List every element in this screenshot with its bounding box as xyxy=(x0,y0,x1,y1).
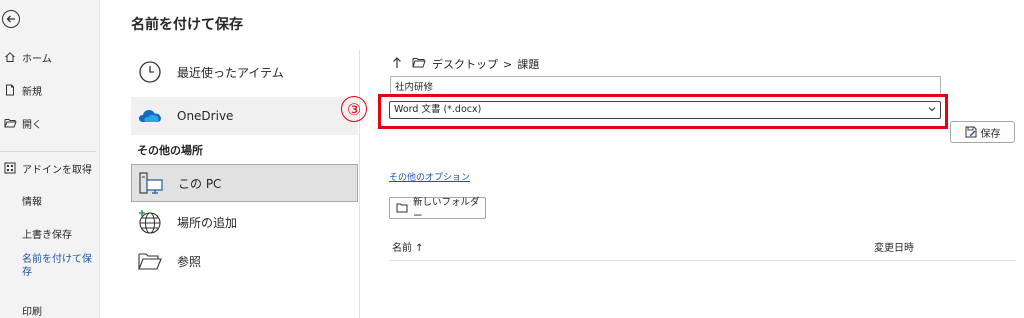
page-title: 名前を付けて保存 xyxy=(131,17,243,33)
nav-get-addins-label: アドインを取得 xyxy=(22,164,92,176)
nav-open[interactable]: 開く xyxy=(0,112,100,134)
save-button[interactable]: 保存 xyxy=(950,121,1015,143)
nav-save-label: 上書き保存 xyxy=(22,229,72,241)
nav-new-label: 新規 xyxy=(22,86,42,98)
location-add-place[interactable]: 場所の追加 xyxy=(131,203,358,241)
new-folder-icon xyxy=(396,203,408,213)
file-name-input[interactable] xyxy=(390,76,941,96)
add-place-globe-icon xyxy=(137,209,163,235)
location-this-pc[interactable]: この PC xyxy=(131,164,358,202)
nav-info[interactable]: 情報 xyxy=(0,189,100,211)
browse-folder-icon xyxy=(137,248,163,274)
new-document-icon xyxy=(3,83,17,97)
location-browse[interactable]: 参照 xyxy=(131,242,358,280)
clock-icon xyxy=(137,59,163,85)
location-onedrive-label: OneDrive xyxy=(177,109,234,123)
save-button-label: 保存 xyxy=(980,128,1001,140)
computer-icon xyxy=(138,170,164,196)
open-folder-icon xyxy=(3,116,17,130)
nav-home-label: ホーム xyxy=(22,53,52,65)
location-add-place-label: 場所の追加 xyxy=(177,215,238,230)
breadcrumb-separator: > xyxy=(503,57,513,71)
chevron-down-icon xyxy=(928,102,936,118)
up-arrow-icon[interactable] xyxy=(392,56,402,72)
column-divider xyxy=(359,50,360,318)
file-type-value: Word 文書 (*.docx) xyxy=(394,104,482,115)
addins-grid-icon xyxy=(3,161,17,175)
backstage-nav: ホーム 新規 開く アドインを取得 情報 上書き保存 名前を付けて保 存 印刷 xyxy=(0,0,100,318)
nav-save-as-label: 名前を付けて保 存 xyxy=(22,254,92,278)
location-browse-label: 参照 xyxy=(177,254,202,269)
column-header-modified[interactable]: 変更日時 xyxy=(874,239,914,254)
nav-print[interactable]: 印刷 xyxy=(0,299,100,318)
home-icon xyxy=(3,50,17,64)
new-folder-label: 新しいフォルダー xyxy=(413,197,480,222)
file-list-header: 名前 ↑ 変更日時 xyxy=(389,237,1016,261)
column-header-name[interactable]: 名前 ↑ xyxy=(392,239,424,254)
nav-home[interactable]: ホーム xyxy=(0,46,100,68)
nav-open-label: 開く xyxy=(22,119,42,131)
nav-print-label: 印刷 xyxy=(22,306,42,318)
more-options-link[interactable]: その他のオプション xyxy=(389,170,470,183)
nav-save[interactable]: 上書き保存 xyxy=(0,222,100,244)
new-folder-button[interactable]: 新しいフォルダー xyxy=(389,197,486,222)
breadcrumb-subfolder[interactable]: 課題 xyxy=(517,56,539,72)
onedrive-cloud-icon xyxy=(137,103,163,129)
breadcrumb-folder[interactable]: デスクトップ xyxy=(432,56,498,72)
location-recent-label: 最近使ったアイテム xyxy=(177,65,284,80)
save-disk-icon xyxy=(965,126,977,138)
back-arrow-icon[interactable] xyxy=(2,10,20,28)
location-onedrive[interactable]: OneDrive xyxy=(131,97,358,135)
nav-save-as[interactable]: 名前を付けて保 存 xyxy=(0,253,100,285)
nav-new[interactable]: 新規 xyxy=(0,79,100,101)
annotation-step-number: ③ xyxy=(341,96,367,122)
location-recent[interactable]: 最近使ったアイテム xyxy=(131,53,358,91)
other-locations-heading: その他の場所 xyxy=(137,144,203,157)
file-type-select[interactable]: Word 文書 (*.docx) xyxy=(389,101,941,119)
folder-icon xyxy=(412,57,426,71)
nav-divider xyxy=(0,151,96,152)
nav-get-addins[interactable]: アドインを取得 xyxy=(0,157,100,179)
breadcrumb: デスクトップ > 課題 xyxy=(392,56,539,72)
location-this-pc-label: この PC xyxy=(178,176,222,191)
nav-info-label: 情報 xyxy=(22,196,42,208)
